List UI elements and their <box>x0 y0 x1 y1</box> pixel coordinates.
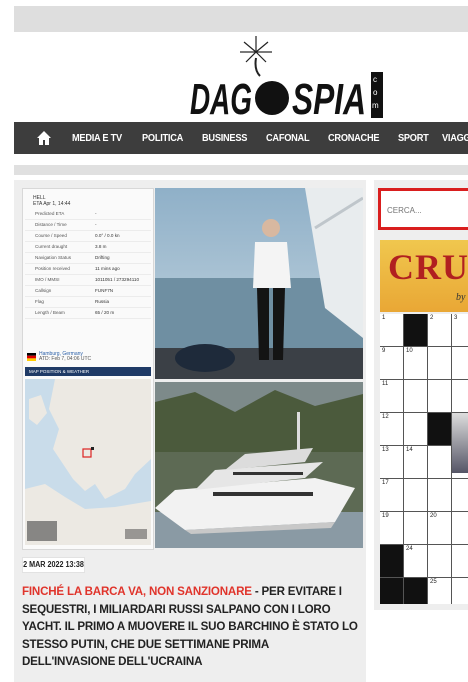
crossword-cell[interactable]: 9 <box>380 347 404 380</box>
photo-man-on-yacht[interactable] <box>155 188 363 379</box>
crossword-cell[interactable]: 14 <box>404 446 428 479</box>
crossword-cell[interactable]: 17 <box>380 479 404 512</box>
crossword-cell-number: 13 <box>382 447 389 453</box>
crossword-byline: by <box>456 292 466 303</box>
nav-cafonal[interactable]: CAFONAL <box>266 122 310 154</box>
svg-text:SPIA: SPIA <box>292 75 366 122</box>
crossword-cell[interactable] <box>404 479 428 512</box>
crossword-cell[interactable]: 2 <box>428 314 452 347</box>
crossword-cell[interactable] <box>452 545 468 578</box>
crossword-cell[interactable] <box>452 512 468 545</box>
headline-highlight[interactable]: FINCHÉ LA BARCA VA, NON SANZIONARE <box>22 585 252 598</box>
crossword-cell[interactable] <box>452 347 468 380</box>
crossword-cell[interactable]: 3 <box>452 314 468 347</box>
crossword-cell[interactable]: 19 <box>380 512 404 545</box>
crossword-cell[interactable] <box>428 446 452 479</box>
crossword-cell[interactable] <box>428 380 452 413</box>
crossword-cell-number: 2 <box>430 315 434 321</box>
crossword-cell-number: 25 <box>430 579 437 585</box>
crossword-banner[interactable]: CRUC by <box>380 240 468 312</box>
crossword-cell-number: 9 <box>382 348 386 354</box>
search-box <box>378 188 468 230</box>
main-nav: MEDIA E TV POLITICA BUSINESS CAFONAL CRO… <box>14 122 468 154</box>
crossword-cell[interactable] <box>452 578 468 604</box>
crossword-cell[interactable]: 1 <box>380 314 404 347</box>
vessel-info-screenshot[interactable]: HELL ETA Apr 1, 14:44 Predicted ETA - Dis… <box>22 188 154 550</box>
nav-viaggi[interactable]: VIAGGI <box>442 122 468 154</box>
crossword-cell[interactable]: 12 <box>380 413 404 446</box>
crossword-cell[interactable] <box>452 479 468 512</box>
port-sub: ATD: Feb 7, 04:06 UTC <box>39 356 92 362</box>
search-input[interactable] <box>385 202 468 218</box>
crossword-cell[interactable] <box>404 380 428 413</box>
vessel-row: Navigation Status Drifting <box>25 253 151 264</box>
vessel-row: Predicted ETA - <box>25 209 151 220</box>
crossword-black-cell <box>428 413 452 446</box>
crossword-cell[interactable]: 10 <box>404 347 428 380</box>
vessel-row: Current draught 3.8 m <box>25 242 151 253</box>
nav-cronache[interactable]: CRONACHE <box>328 122 380 154</box>
position-map <box>25 379 151 545</box>
crossword-cell-number: 12 <box>382 414 389 420</box>
crossword-grid[interactable]: 1 2 3 9 10 11 12 13 14 17 19 20 24 25 <box>380 314 468 604</box>
vessel-row: Distance / Time - <box>25 220 151 231</box>
crossword-cell[interactable]: 25 <box>428 578 452 604</box>
crossword-cell[interactable]: 11 <box>380 380 404 413</box>
crossword-cell[interactable]: 24 <box>404 545 428 578</box>
crossword-cell[interactable] <box>428 347 452 380</box>
svg-text:c: c <box>373 75 377 84</box>
svg-text:DAG: DAG <box>190 75 252 122</box>
nav-politica[interactable]: POLITICA <box>142 122 183 154</box>
photo-yacht[interactable] <box>155 382 363 548</box>
crossword-cell-number: 19 <box>382 513 389 519</box>
crossword-cell[interactable] <box>428 545 452 578</box>
crossword-black-cell <box>380 545 404 578</box>
svg-text:o: o <box>373 88 378 97</box>
crossword-cell[interactable] <box>404 512 428 545</box>
crossword-cell[interactable] <box>404 413 428 446</box>
svg-text:m: m <box>372 101 379 110</box>
article-date: 2 MAR 2022 13:38 <box>22 557 85 573</box>
nav-media-tv[interactable]: MEDIA E TV <box>72 122 122 154</box>
map-section-header: MAP POSITION & WEATHER <box>25 367 151 376</box>
top-ad-banner <box>14 6 468 32</box>
crossword-cell-number: 1 <box>382 315 386 321</box>
crossword-cell-number: 24 <box>406 546 413 552</box>
vessel-row: IMO / MMSI 1011051 / 273294110 <box>25 275 151 286</box>
crossword-black-cell <box>404 578 428 604</box>
crossword-cell-number: 11 <box>382 381 389 387</box>
article-headline[interactable]: FINCHÉ LA BARCA VA, NON SANZIONARE - PER… <box>22 583 362 671</box>
crossword-cell-number: 3 <box>454 315 458 321</box>
crossword-cell[interactable] <box>452 380 468 413</box>
site-logo[interactable]: DAG SPIA c o m <box>188 32 398 124</box>
dagospia-logo: DAG SPIA c o m <box>190 36 383 124</box>
crossword-cell-number: 10 <box>406 348 413 354</box>
crossword-cell-number: 20 <box>430 513 437 519</box>
crossword-clue-image <box>452 413 468 473</box>
crossword-cell[interactable]: 13 <box>380 446 404 479</box>
crossword-cell[interactable]: 20 <box>428 512 452 545</box>
vessel-row: Course / Speed 0.0° / 0.0 kn <box>25 231 151 242</box>
crossword-title: CRUC <box>388 247 468 287</box>
home-icon[interactable] <box>36 130 52 146</box>
crossword-black-cell <box>380 578 404 604</box>
crossword-cell[interactable] <box>428 479 452 512</box>
vessel-row: Callsign FUNF7N <box>25 286 151 297</box>
sub-nav-bar <box>14 165 468 175</box>
germany-flag-icon <box>27 353 36 361</box>
vessel-row: Position received 11 mins ago <box>25 264 151 275</box>
crossword-cell-number: 14 <box>406 447 413 453</box>
nav-business[interactable]: BUSINESS <box>202 122 247 154</box>
crossword-black-cell <box>404 314 428 347</box>
vessel-subtitle: ETA Apr 1, 14:44 <box>33 201 71 207</box>
crossword-cell-number: 17 <box>382 480 389 486</box>
vessel-row: Flag Russia <box>25 297 151 308</box>
vessel-row: Length / Beam 65 / 20 m <box>25 308 151 319</box>
nav-sport[interactable]: SPORT <box>398 122 429 154</box>
